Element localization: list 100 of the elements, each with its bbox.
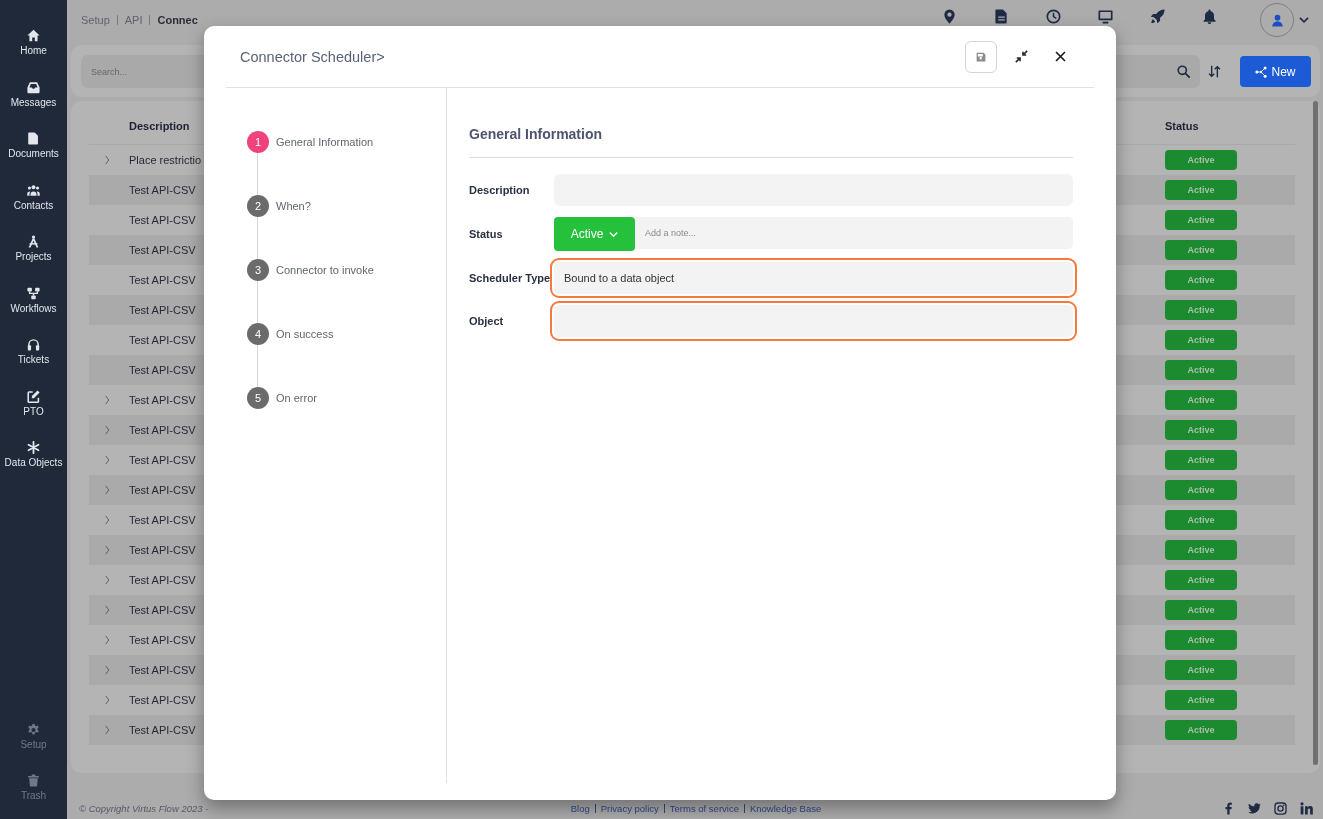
section-title: General Information — [469, 125, 603, 143]
monitor-icon[interactable] — [1098, 8, 1113, 24]
step-label[interactable]: On success — [276, 328, 334, 340]
modal-title: Connector Scheduler> — [240, 48, 385, 65]
nav-item[interactable]: Tickets — [0, 338, 67, 366]
chevron-down-icon — [609, 229, 619, 239]
status-badge: Active — [1165, 540, 1237, 560]
table-cell: Test API-CSV — [129, 454, 196, 466]
chevron-right-icon[interactable] — [104, 665, 111, 675]
chevron-down-icon[interactable] — [1299, 15, 1309, 25]
gear-icon — [27, 722, 40, 736]
headphones-icon — [27, 338, 40, 351]
nav-item[interactable]: Messages — [0, 80, 67, 109]
column-header: Status — [1165, 120, 1199, 132]
breadcrumb-current: Connec — [157, 14, 198, 26]
step-number[interactable]: 4 — [247, 323, 269, 345]
clock-icon[interactable] — [1046, 8, 1061, 24]
table-cell: Test API-CSV — [129, 664, 196, 676]
sort-icon[interactable] — [1208, 65, 1221, 78]
status-badge: Active — [1165, 570, 1237, 590]
input-field[interactable]: Bound to a data object — [550, 258, 1077, 298]
scrollbar[interactable] — [1313, 101, 1318, 765]
trash-icon — [27, 774, 40, 787]
step-number[interactable]: 1 — [247, 131, 269, 153]
table-cell: Test API-CSV — [129, 694, 196, 706]
field-label: Description — [469, 184, 531, 196]
close-icon[interactable] — [1055, 51, 1066, 62]
footer-link[interactable]: Privacy policy — [600, 802, 659, 814]
bell-icon[interactable] — [1202, 8, 1217, 24]
note-field[interactable]: Add a note... — [635, 217, 1073, 249]
status-badge: Active — [1165, 270, 1237, 290]
chevron-right-icon[interactable] — [104, 695, 111, 705]
status-badge: Active — [1165, 240, 1237, 260]
status-badge: Active — [1165, 600, 1237, 620]
step-number[interactable]: 2 — [247, 195, 269, 217]
status-badge: Active — [1165, 210, 1237, 230]
footer-link[interactable]: Terms of service — [669, 802, 739, 814]
table-cell: Place restrictio — [129, 154, 202, 166]
collapse-icon[interactable] — [1015, 50, 1028, 63]
search-icon[interactable] — [1177, 65, 1190, 78]
status-badge: Active — [1165, 690, 1237, 710]
nodes-icon — [1255, 65, 1268, 78]
field-label: Scheduler Type — [469, 272, 552, 284]
table-cell: Test API-CSV — [129, 604, 196, 616]
linkedin-icon[interactable] — [1300, 801, 1313, 815]
facebook-icon[interactable] — [1222, 801, 1235, 815]
chevron-right-icon[interactable] — [104, 545, 111, 555]
document-icon[interactable] — [994, 8, 1009, 24]
nav-item[interactable]: Projects — [0, 235, 67, 263]
nav-item[interactable]: Documents — [0, 132, 67, 160]
step-number[interactable]: 5 — [247, 387, 269, 409]
chevron-right-icon[interactable] — [104, 425, 111, 435]
status-badge: Active — [1165, 660, 1237, 680]
nav-item[interactable]: Data Objects — [0, 441, 67, 469]
nav-item[interactable]: Home — [0, 29, 67, 57]
step-label[interactable]: On error — [276, 392, 317, 404]
step-label[interactable]: General Information — [276, 136, 374, 148]
twitter-icon[interactable] — [1248, 801, 1261, 815]
status-badge: Active — [1165, 330, 1237, 350]
new-button[interactable]: New — [1240, 56, 1311, 87]
step-number[interactable]: 3 — [247, 259, 269, 281]
input-field[interactable] — [550, 301, 1077, 341]
chevron-right-icon[interactable] — [104, 605, 111, 615]
nav-item[interactable]: Workflows — [0, 286, 67, 315]
asterisk-icon — [27, 441, 40, 454]
chevron-right-icon[interactable] — [104, 725, 111, 735]
sitemap-icon — [27, 286, 40, 300]
nav-item[interactable]: Contacts — [0, 183, 67, 212]
footer-link[interactable]: Knowledge Base — [749, 802, 822, 814]
rocket-icon[interactable] — [1150, 8, 1165, 24]
chevron-right-icon[interactable] — [104, 455, 111, 465]
status-badge: Active — [1165, 510, 1237, 530]
status-badge: Active — [1165, 720, 1237, 740]
instagram-icon[interactable] — [1274, 801, 1287, 815]
chevron-right-icon[interactable] — [104, 395, 111, 405]
chevron-right-icon[interactable] — [104, 485, 111, 495]
nav-item[interactable]: PTO — [0, 389, 67, 418]
nav-item[interactable]: Trash — [0, 774, 67, 802]
status-badge: Active — [1165, 420, 1237, 440]
chevron-right-icon[interactable] — [104, 515, 111, 525]
inbox-icon — [27, 80, 40, 94]
nav-item[interactable]: Setup — [0, 722, 67, 751]
table-cell: Test API-CSV — [129, 274, 196, 286]
table-cell: Test API-CSV — [129, 574, 196, 586]
status-badge: Active — [1165, 450, 1237, 470]
edit-icon — [27, 389, 40, 403]
step-label[interactable]: When? — [276, 200, 311, 212]
chevron-right-icon[interactable] — [104, 155, 111, 165]
status-badge: Active — [1165, 180, 1237, 200]
chevron-right-icon[interactable] — [104, 635, 111, 645]
table-cell: Test API-CSV — [129, 214, 196, 226]
footer-link[interactable]: Blog — [570, 802, 590, 814]
save-button[interactable] — [965, 40, 997, 73]
table-cell: Test API-CSV — [129, 334, 196, 346]
step-label[interactable]: Connector to invoke — [276, 264, 374, 276]
status-badge: Active — [1165, 300, 1237, 320]
chevron-right-icon[interactable] — [104, 575, 111, 585]
table-cell: Test API-CSV — [129, 634, 196, 646]
compass-icon — [27, 235, 40, 248]
pin-icon[interactable] — [942, 8, 957, 24]
